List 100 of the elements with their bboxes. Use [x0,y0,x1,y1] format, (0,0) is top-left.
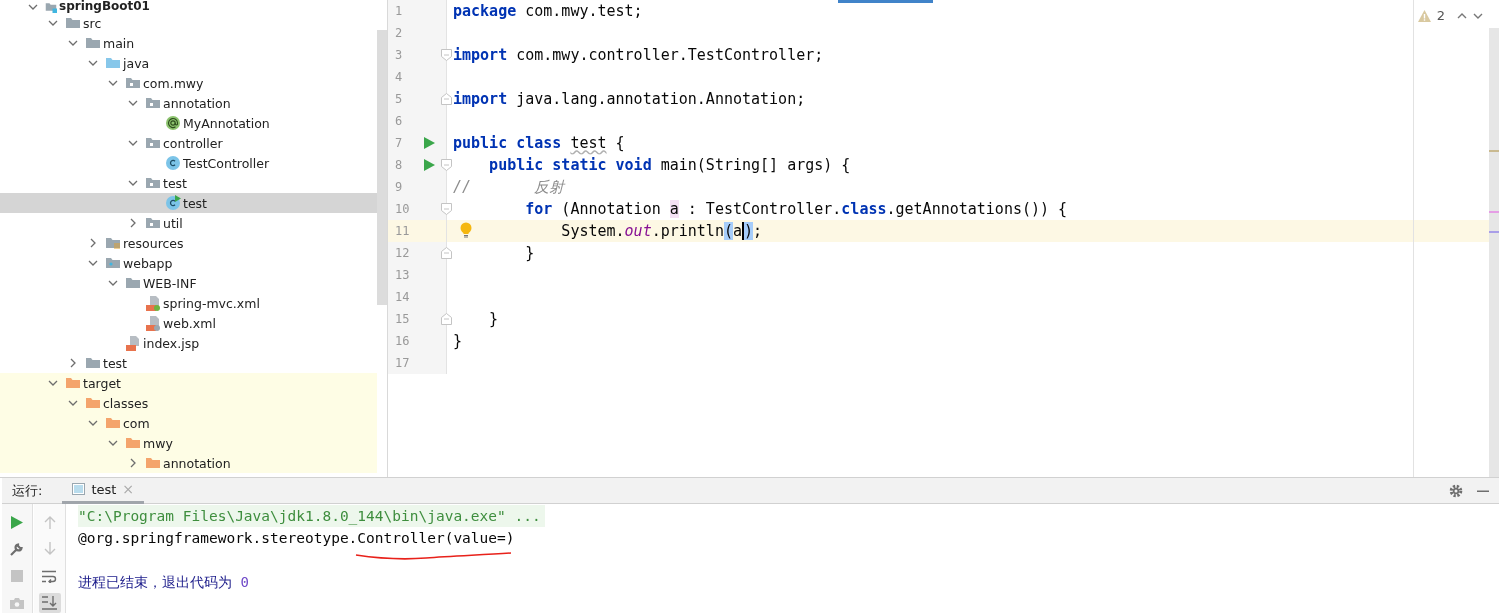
run-icon[interactable] [424,159,435,171]
chevron-right-icon[interactable] [68,358,78,368]
tree-row[interactable]: test [0,173,377,193]
tree-label: java [123,55,150,71]
folder-icon [65,15,81,31]
file-icon [145,315,161,331]
soft-wrap-icon[interactable] [42,569,57,583]
chevron-down-icon[interactable] [88,58,98,68]
tree-row[interactable]: test [0,193,377,213]
chevron-down-icon[interactable] [88,258,98,268]
code-line: public class test { [453,134,625,152]
tree-label: mwy [143,435,173,451]
line-number: 16 [394,334,411,348]
line-number: 13 [394,268,411,282]
tree-row[interactable]: resources [0,233,377,253]
tree-row[interactable]: springBoot01 [0,0,377,13]
tree-row[interactable]: spring-mvc.xml [0,293,377,313]
tree-row[interactable]: web.xml [0,313,377,333]
tree-label: web.xml [163,315,216,331]
code-line: } [488,310,499,328]
tree-label: index.jsp [143,335,200,351]
folder-icon [105,415,121,431]
settings-icon[interactable] [1449,483,1463,498]
code-line: for (Annotation a : TestController.class.getAnnotations()) { [524,200,1068,218]
folder-icon [85,395,101,411]
tree-row[interactable]: main [0,33,377,53]
code-line: import java.lang.annotation.Annotation; [453,90,806,108]
package-icon [145,135,161,151]
line-number: 8 [394,158,404,172]
console-line: 进程已结束，退出代码为 0 [78,573,250,592]
tree-row[interactable]: mwy [0,433,377,453]
tree-label: test [163,175,187,191]
chevron-down-icon[interactable] [1473,11,1483,20]
tree-label: springBoot01 [59,0,150,13]
class-icon [165,155,181,171]
scroll-to-end-icon[interactable] [42,596,57,610]
chevron-down-icon[interactable] [68,38,78,48]
chevron-down-icon[interactable] [128,178,138,188]
chevron-down-icon[interactable] [128,138,138,148]
tree-row[interactable]: TestController [0,153,377,173]
tree-label: WEB-INF [143,275,197,291]
folder-icon [65,375,81,391]
chevron-down-icon[interactable] [108,438,118,448]
tree-row[interactable]: WEB-INF [0,273,377,293]
package-icon [145,215,161,231]
tree-row[interactable]: src [0,13,377,33]
code-line: import com.mwy.controller.TestController; [453,46,824,64]
chevron-down-icon[interactable] [128,98,138,108]
tree-row[interactable]: webapp [0,253,377,273]
tree-row[interactable]: com [0,413,377,433]
line-number: 17 [394,356,411,370]
tree-row[interactable]: index.jsp [0,333,377,353]
scrollbar[interactable] [377,30,387,305]
line-number: 4 [394,70,404,84]
tree-label: com.mwy [143,75,204,91]
line-number: 14 [394,290,411,304]
folder-icon [85,35,101,51]
code-line: } [524,244,535,262]
chevron-right-icon[interactable] [128,458,138,468]
chevron-up-icon[interactable] [1457,11,1467,20]
code-line: public static void main(String[] args) { [488,156,851,174]
chevron-right-icon[interactable] [128,218,138,228]
tree-row[interactable]: test [0,353,377,373]
tree-row[interactable]: classes [0,393,377,413]
chevron-right-icon[interactable] [88,238,98,248]
chevron-down-icon[interactable] [88,418,98,428]
folder-icon [105,255,121,271]
tree-row[interactable]: util [0,213,377,233]
chevron-down-icon[interactable] [48,18,58,28]
warning-count[interactable]: 2 [1436,8,1445,23]
run-icon[interactable] [424,137,435,149]
run-icon[interactable] [11,515,23,529]
chevron-down-icon[interactable] [48,378,58,388]
wrench-icon[interactable] [10,542,24,556]
console-icon [72,483,86,495]
tree-row[interactable]: java [0,53,377,73]
chevron-down-icon[interactable] [108,278,118,288]
tree-row[interactable]: MyAnnotation [0,113,377,133]
folder-icon [105,55,121,71]
line-number: 3 [394,48,404,62]
tree-row[interactable]: annotation [0,93,377,113]
tree-label: com [123,415,150,431]
line-number: 6 [394,114,404,128]
annotation-icon [165,115,181,131]
code-line: System.out.println(a); [560,222,763,240]
tree-label: util [163,215,183,231]
tree-label: MyAnnotation [183,115,270,131]
folder-icon [105,235,121,251]
chevron-down-icon[interactable] [68,398,78,408]
line-number: 10 [394,202,411,216]
folder-icon [125,435,141,451]
folder-icon [145,455,161,471]
tree-row[interactable]: com.mwy [0,73,377,93]
chevron-down-icon[interactable] [108,78,118,88]
tree-row[interactable]: target [0,373,377,393]
tree-row[interactable]: controller [0,133,377,153]
package-icon [125,75,141,91]
tree-label: main [103,35,135,51]
tree-row[interactable]: annotation [0,453,377,473]
code-line: } [453,332,463,350]
